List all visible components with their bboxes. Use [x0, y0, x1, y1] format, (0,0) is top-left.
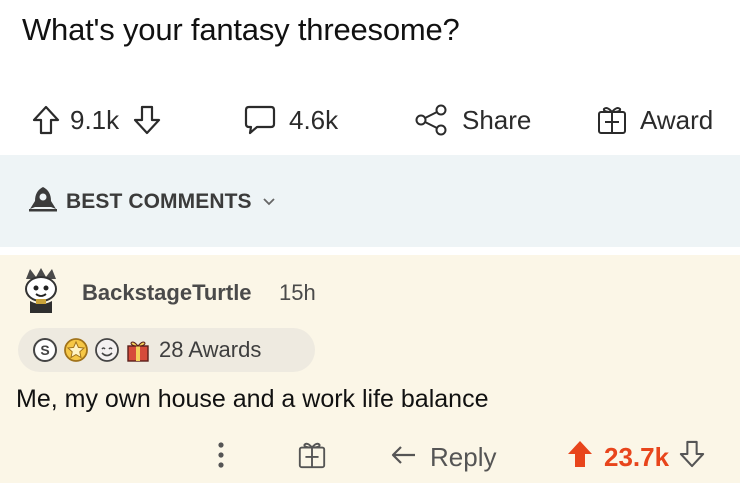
svg-text:S: S: [40, 342, 49, 358]
awards-pill[interactable]: S 28 Awards: [18, 328, 315, 372]
award-button[interactable]: Award: [596, 92, 713, 148]
rocket-icon: [27, 185, 59, 218]
comments-count: 4.6k: [289, 104, 339, 135]
awards-count: 28 Awards: [159, 337, 262, 362]
comment-score: 23.7k: [604, 441, 670, 472]
more-options-button[interactable]: [216, 435, 226, 479]
comment-bubble-icon: [243, 104, 277, 136]
gift-icon: [596, 104, 628, 136]
comment-username[interactable]: BackstageTurtle: [82, 280, 252, 306]
comment: BackstageTurtle 15h S 28 Awards Me, my o…: [0, 255, 740, 483]
upvote-arrow-icon[interactable]: [32, 105, 60, 135]
comment-vote-group: 23.7k: [566, 435, 705, 479]
award-label: Award: [640, 104, 714, 135]
downvote-arrow-icon[interactable]: [679, 440, 705, 475]
wholesome-award-icon: [95, 338, 119, 362]
reply-label: Reply: [430, 441, 497, 472]
comments-button[interactable]: 4.6k: [243, 92, 338, 148]
comment-action-bar: Reply 23.7k: [0, 435, 740, 479]
comment-timestamp: 15h: [279, 280, 316, 305]
upvote-arrow-icon[interactable]: [566, 439, 594, 476]
more-dots-icon: [216, 440, 226, 475]
gift-icon: [297, 440, 327, 475]
post-upvote-count: 9.1k: [70, 104, 120, 135]
gold-award-icon: [64, 338, 88, 362]
reply-button[interactable]: Reply: [390, 435, 496, 479]
comment-sort-bar: BEST COMMENTS: [0, 155, 740, 247]
share-button[interactable]: Share: [414, 92, 531, 148]
share-label: Share: [462, 104, 532, 135]
comment-body: Me, my own house and a work life balance: [16, 385, 489, 413]
silver-award-icon: S: [33, 338, 57, 362]
post-vote-group: 9.1k: [32, 92, 161, 148]
share-icon: [414, 104, 448, 136]
sort-dropdown[interactable]: BEST COMMENTS: [27, 185, 276, 218]
avatar-icon[interactable]: [16, 265, 66, 315]
reply-icon: [390, 442, 418, 473]
downvote-arrow-icon[interactable]: [133, 105, 161, 135]
chevron-down-icon: [262, 193, 276, 211]
give-award-button[interactable]: [297, 435, 327, 479]
post-action-bar: 9.1k 4.6k Share Award: [0, 92, 740, 148]
post-title: What's your fantasy threesome?: [22, 12, 460, 47]
sort-label: BEST COMMENTS: [66, 189, 252, 213]
gift-award-icon: [127, 341, 149, 362]
